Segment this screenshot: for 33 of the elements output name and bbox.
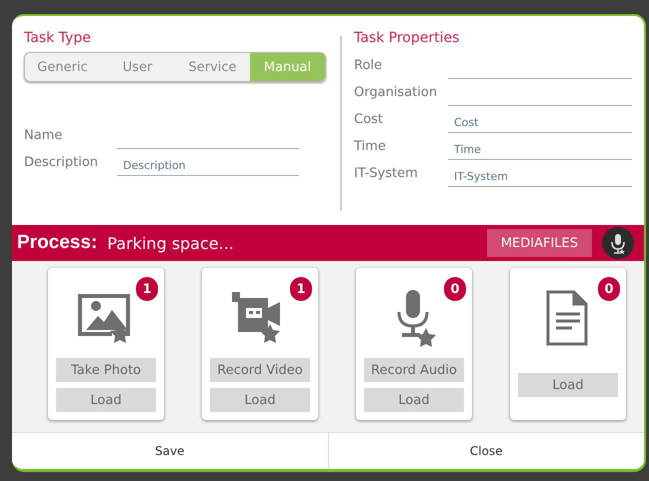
- field-label: Description: [24, 155, 100, 172]
- card-button[interactable]: Load: [518, 373, 618, 397]
- count-badge: 1: [290, 277, 312, 301]
- field-label: Time: [354, 139, 387, 156]
- task-type-tab[interactable]: Manual: [250, 53, 325, 81]
- input-field[interactable]: IT-System: [448, 167, 632, 187]
- card-button[interactable]: Load: [56, 388, 156, 412]
- card-button[interactable]: Record Video: [210, 358, 310, 382]
- field-label: Organisation: [354, 85, 438, 102]
- task-type-tab[interactable]: User: [100, 53, 175, 81]
- section-title: Task Properties: [354, 30, 460, 46]
- task-type-tab[interactable]: Generic: [25, 53, 100, 81]
- field-label: IT-System: [354, 166, 419, 183]
- footer-button[interactable]: Close: [328, 433, 644, 469]
- field-label: Name: [24, 128, 64, 145]
- count-badge: 0: [598, 277, 620, 301]
- card-button[interactable]: Load: [364, 388, 464, 412]
- field-label: Cost: [354, 112, 384, 129]
- input-field[interactable]: Cost: [448, 113, 632, 133]
- card-button[interactable]: Take Photo: [56, 358, 156, 382]
- section-title: Task Type: [24, 30, 92, 46]
- card-button[interactable]: Load: [210, 388, 310, 412]
- count-badge: 0: [444, 277, 466, 301]
- task-type-tab[interactable]: Service: [175, 53, 250, 81]
- card-button[interactable]: Record Audio: [364, 358, 464, 382]
- mediafiles-button[interactable]: MEDIAFILES: [486, 229, 592, 257]
- field-label: Role: [354, 58, 384, 75]
- input-field[interactable]: Description: [117, 156, 299, 176]
- count-badge: 1: [136, 277, 158, 301]
- process-name: Parking space...: [107, 234, 235, 252]
- microphone-button[interactable]: [602, 227, 634, 259]
- input-field[interactable]: Time: [448, 140, 632, 160]
- process-label: Process:: [17, 232, 98, 254]
